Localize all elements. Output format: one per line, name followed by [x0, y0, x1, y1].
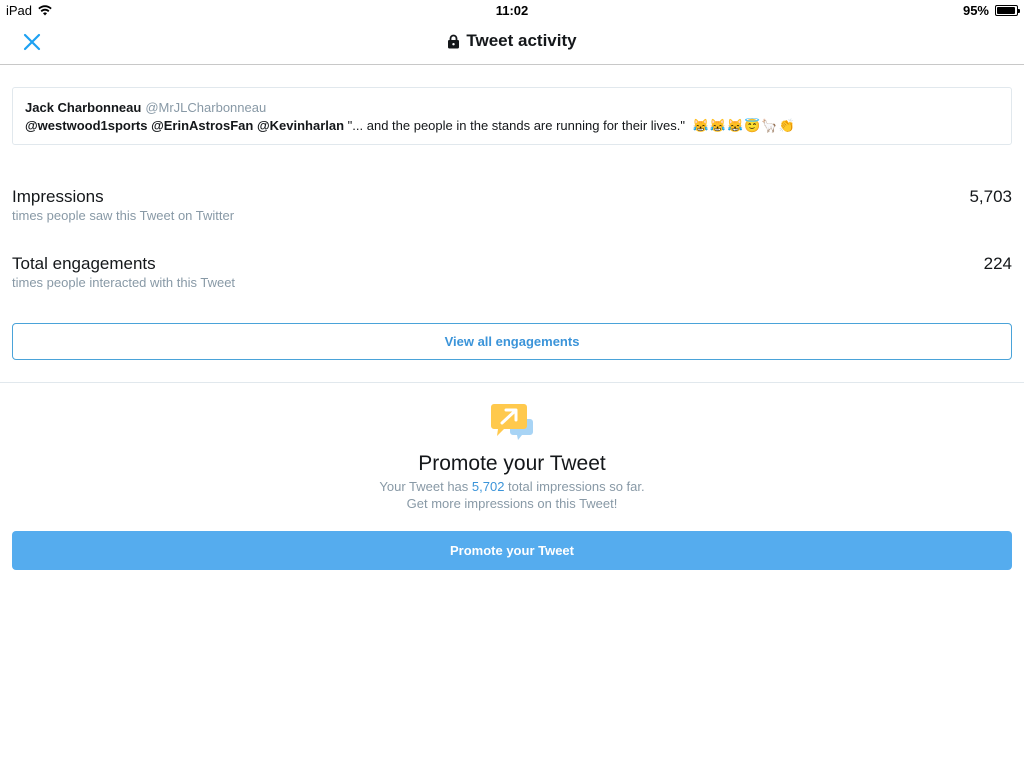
promote-chat-icon: [491, 404, 533, 440]
battery-icon: [995, 5, 1020, 16]
engagements-label: Total engagements: [12, 254, 156, 273]
promote-line-2: Get more impressions on this Tweet!: [406, 496, 618, 511]
tweet-header: Jack Charbonneau @MrJLCharbonneau: [25, 100, 999, 116]
promote-tweet-button[interactable]: Promote your Tweet: [12, 531, 1012, 570]
battery-percent: 95%: [962, 3, 989, 18]
promote-line-1-prefix: Your Tweet has: [379, 479, 472, 494]
lock-icon: [448, 34, 460, 48]
engagements-value: 224: [983, 254, 1012, 273]
tweet-author-handle: @MrJLCharbonneau: [145, 100, 267, 115]
promote-description: Your Tweet has 5,702 total impressions s…: [0, 478, 1024, 512]
impressions-label: Impressions: [12, 187, 104, 206]
promote-line-1: Your Tweet has 5,702 total impressions s…: [0, 478, 1024, 495]
tweet-card[interactable]: Jack Charbonneau @MrJLCharbonneau @westwo…: [12, 87, 1012, 145]
nav-bar: Tweet activity: [0, 20, 1024, 65]
impressions-stat: Impressions times people saw this Tweet …: [12, 187, 1012, 225]
tweet-emojis: 😹😹😹😇🦙👏: [692, 118, 796, 133]
promote-line-1-suffix: total impressions so far.: [504, 479, 645, 494]
engagements-stat: Total engagements times people interacte…: [12, 254, 1012, 292]
promote-impressions-count: 5,702: [471, 479, 505, 494]
tweet-quote: "... and the people in the stands are ru…: [347, 118, 685, 133]
impressions-description: times people saw this Tweet on Twitter: [12, 208, 235, 223]
page-title-wrap: Tweet activity: [0, 31, 1024, 51]
section-divider: [0, 382, 1024, 383]
status-time: 11:02: [495, 3, 529, 18]
tweet-author-name: Jack Charbonneau: [25, 100, 142, 115]
page-title: Tweet activity: [466, 31, 577, 50]
promote-title: Promote your Tweet: [418, 452, 606, 475]
battery-fill: [997, 7, 1016, 14]
tweet-text: @westwood1sports @ErinAstrosFan @Kevinha…: [25, 117, 999, 135]
impressions-value: 5,703: [969, 187, 1012, 206]
engagements-description: times people interacted with this Tweet: [12, 275, 236, 290]
view-all-engagements-button[interactable]: View all engagements: [12, 323, 1012, 360]
tweet-mentions[interactable]: @westwood1sports @ErinAstrosFan @Kevinha…: [25, 118, 344, 133]
status-right: 95%: [962, 3, 1020, 18]
status-bar: iPad 11:02 95%: [0, 0, 1024, 20]
